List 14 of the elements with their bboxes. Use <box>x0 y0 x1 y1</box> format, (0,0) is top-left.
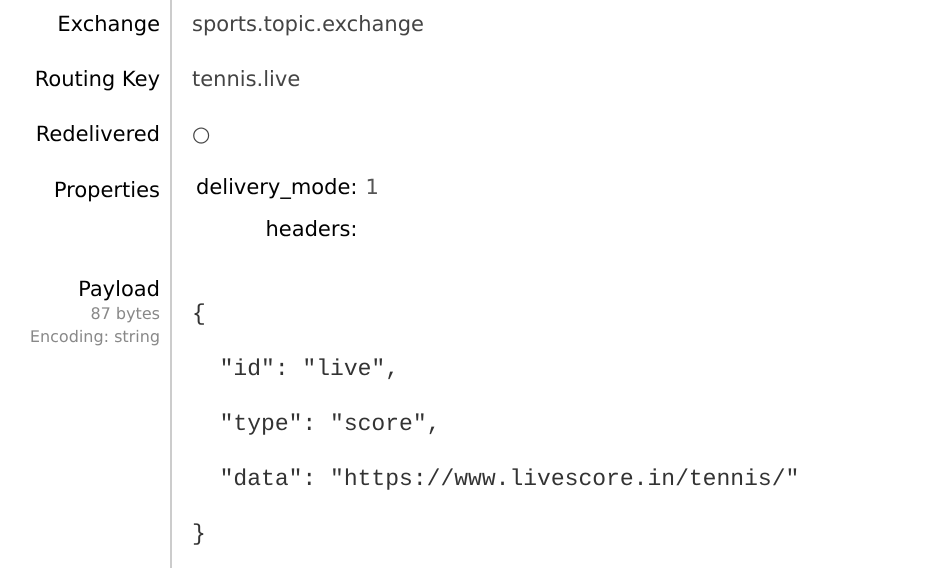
field-label: Redelivered <box>34 121 161 148</box>
property-key: delivery_mode: <box>196 166 358 208</box>
field-value: tennis.live <box>170 55 928 110</box>
payload-size: 87 bytes <box>90 302 160 325</box>
field-value: sports.topic.exchange <box>170 0 928 56</box>
property-key: headers: <box>196 208 358 250</box>
payload-json: { "id": "live", "type": "score", "data": "https://www.livescore.in/tennis/" } <box>192 300 800 549</box>
field-label: Routing Key <box>34 66 161 94</box>
property-value: 1 <box>365 174 379 201</box>
field-label: Payload <box>78 276 160 302</box>
field-value: ○ <box>170 110 928 166</box>
field-label: Properties <box>52 176 161 204</box>
field-label: Exchange <box>56 11 161 38</box>
payload-encoding: Encoding: string <box>30 326 160 348</box>
